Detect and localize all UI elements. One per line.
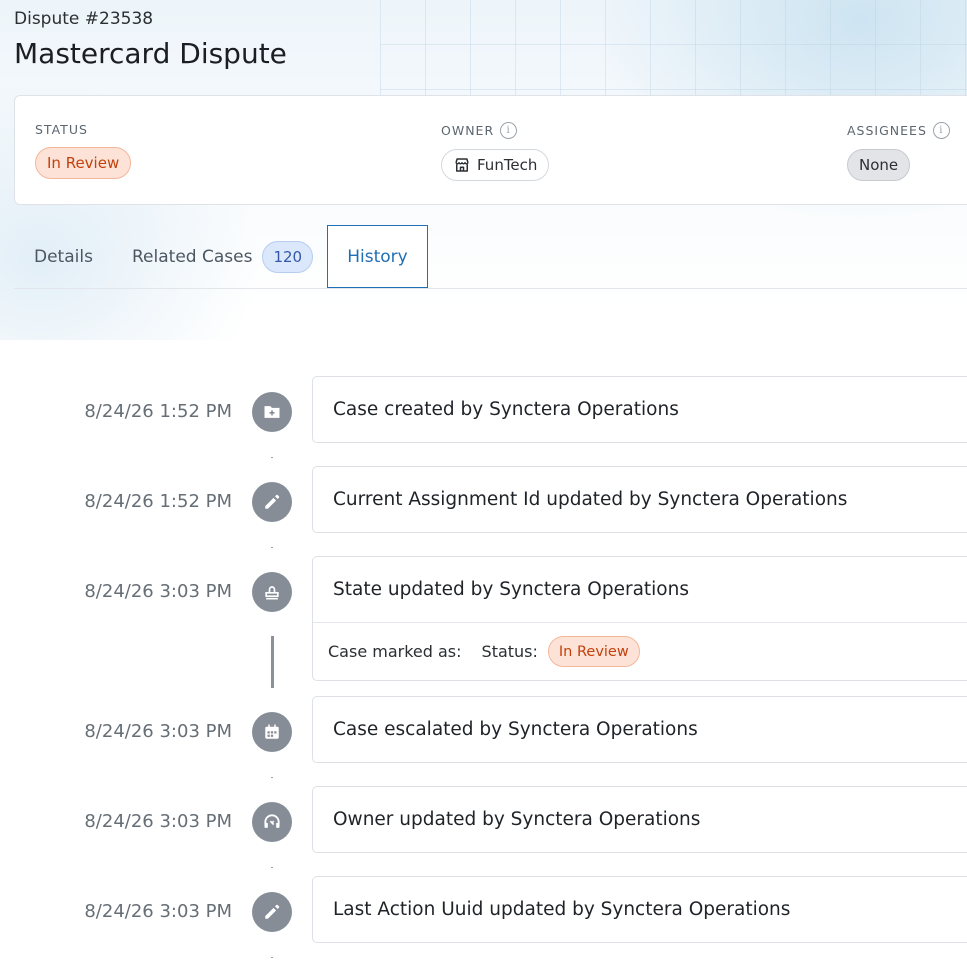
storefront-icon — [455, 158, 469, 172]
status-label: STATUS — [35, 122, 88, 137]
case-summary-card: STATUS In Review OWNER i FunTech ASSIGNE… — [14, 95, 967, 205]
tab-details[interactable]: Details — [34, 225, 93, 288]
event-timestamp: 8/24/26 3:03 PM — [84, 901, 232, 922]
event-title: Current Assignment Id updated by Syncter… — [333, 489, 848, 510]
tab-history[interactable]: History — [327, 225, 428, 288]
history-event-card[interactable]: Last Action Uuid updated by Synctera Ope… — [312, 876, 967, 943]
tab-history-label: History — [347, 246, 408, 267]
event-title: Case created by Synctera Operations — [333, 399, 679, 420]
event-title: Last Action Uuid updated by Synctera Ope… — [333, 899, 791, 920]
timeline-connector — [271, 636, 274, 688]
assignees-chip[interactable]: None — [847, 149, 911, 181]
tab-details-label: Details — [34, 246, 93, 267]
tab-bar: Details Related Cases 120 History — [14, 225, 967, 289]
history-event-card[interactable]: State updated by Synctera Operations Cas… — [312, 556, 967, 681]
event-timestamp: 8/24/26 3:03 PM — [84, 581, 232, 602]
detail-prefix: Case marked as: — [328, 642, 462, 661]
event-title: Case escalated by Synctera Operations — [333, 719, 698, 740]
status-badge: In Review — [547, 636, 640, 667]
related-cases-count-badge: 120 — [262, 240, 314, 273]
page-title: Mastercard Dispute — [14, 37, 287, 70]
history-event-card[interactable]: Case escalated by Synctera Operations — [312, 696, 967, 763]
info-icon[interactable]: i — [932, 122, 950, 139]
info-icon[interactable]: i — [500, 122, 518, 139]
headset-icon — [252, 802, 292, 842]
timeline-connector — [271, 777, 273, 778]
assignees-label: ASSIGNEES — [847, 123, 927, 138]
status-badge[interactable]: In Review — [35, 147, 132, 179]
assignees-field: ASSIGNEES i None — [847, 122, 950, 181]
assignees-value: None — [859, 156, 899, 174]
owner-field: OWNER i FunTech — [441, 122, 550, 181]
timeline-connector — [271, 457, 273, 458]
event-timestamp: 8/24/26 1:52 PM — [84, 401, 232, 422]
pencil-icon — [252, 482, 292, 522]
history-event-card[interactable]: Case created by Synctera Operations — [312, 376, 967, 443]
event-timestamp: 8/24/26 3:03 PM — [84, 721, 232, 742]
header-grid-pattern — [380, 0, 967, 95]
owner-label: OWNER — [441, 123, 495, 138]
detail-key: Status: — [481, 642, 538, 661]
stamp-icon — [252, 572, 292, 612]
calendar-icon — [252, 712, 292, 752]
history-event-card[interactable]: Owner updated by Synctera Operations — [312, 786, 967, 853]
tab-related-cases-label: Related Cases — [132, 246, 253, 267]
event-detail: Case marked as: Status: In Review — [313, 622, 967, 680]
timeline-connector — [271, 867, 273, 868]
event-title: Owner updated by Synctera Operations — [333, 809, 701, 830]
case-number: Dispute #23538 — [14, 9, 154, 29]
tab-related-cases[interactable]: Related Cases 120 — [132, 225, 314, 288]
event-timestamp: 8/24/26 3:03 PM — [84, 811, 232, 832]
folder-plus-icon — [252, 392, 292, 432]
status-field: STATUS In Review — [35, 122, 132, 179]
owner-chip[interactable]: FunTech — [441, 149, 550, 181]
event-title: State updated by Synctera Operations — [333, 579, 689, 600]
timeline-connector — [271, 547, 273, 548]
timeline-connector — [271, 957, 273, 958]
history-event-card[interactable]: Current Assignment Id updated by Syncter… — [312, 466, 967, 533]
owner-value: FunTech — [477, 156, 538, 174]
event-timestamp: 8/24/26 1:52 PM — [84, 491, 232, 512]
status-value: In Review — [47, 154, 120, 172]
pencil-icon — [252, 892, 292, 932]
